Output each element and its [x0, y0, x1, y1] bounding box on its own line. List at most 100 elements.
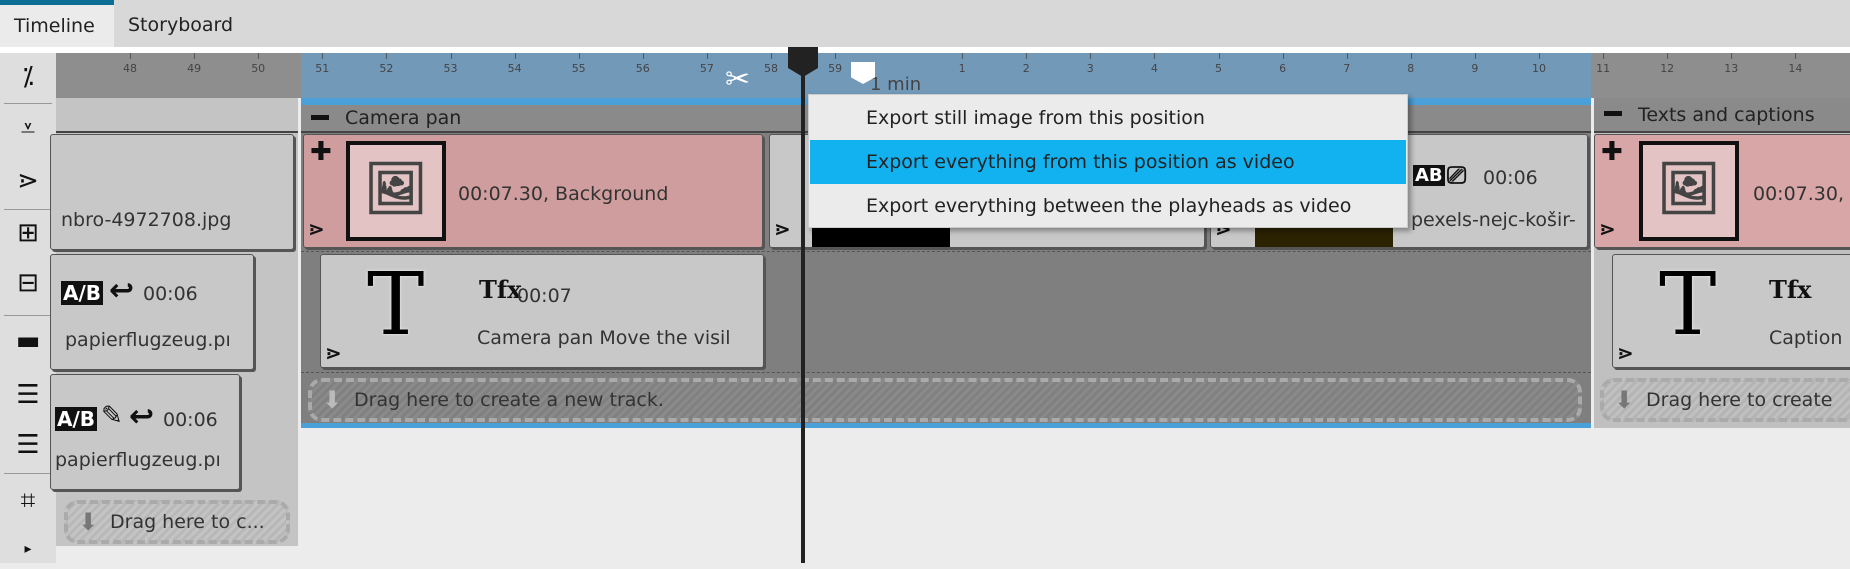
effects-icon: ⋗	[325, 341, 342, 365]
ruler-tick-label: 53	[443, 62, 458, 75]
split-icon[interactable]: ⁒	[8, 57, 48, 97]
arrow-down-icon: ⬇	[1614, 386, 1635, 414]
add-track-icon[interactable]: ⊞	[8, 213, 48, 253]
drag-label: Drag here to create	[1646, 389, 1833, 411]
ruler-tick	[706, 53, 708, 59]
effects-icon[interactable]: ⋗	[8, 161, 48, 201]
playhead-line[interactable]	[801, 53, 805, 563]
ruler-tick	[450, 53, 452, 59]
ruler-tick	[1474, 53, 1476, 59]
ruler-tick	[1667, 53, 1669, 59]
ruler-tick	[1539, 53, 1540, 59]
ruler-tick-label: 9	[1471, 62, 1479, 75]
divider	[4, 473, 52, 474]
effects-icon: ⋗	[1599, 217, 1616, 241]
video-thumbnail	[1255, 227, 1393, 247]
clip-background[interactable]: ✚ 🖼 ⋗ 00:07.30, Background	[303, 134, 763, 248]
group-header[interactable]: Texts and captions	[1594, 98, 1850, 133]
text-effects-icon: Tfx	[479, 275, 522, 304]
clip-name: papierflugzeug.pı	[55, 449, 221, 471]
ruler-tick-label: 4	[1150, 62, 1158, 75]
ruler-tick-label: 14	[1788, 62, 1803, 75]
remove-track-icon[interactable]: ⊟	[8, 263, 48, 303]
left-toolbar: ⁒ ⩡ ⋗ ⊞ ⊟ ▬ ☰ ☰ ⌗ ▸	[0, 53, 56, 563]
ruler-tick-label: 56	[635, 62, 650, 75]
menu-item-export-from-position[interactable]: Export everything from this position as …	[810, 140, 1406, 184]
collapse-icon[interactable]	[311, 115, 329, 120]
clip-duration: 00:06	[1483, 167, 1538, 189]
ruler-tick-label: 59	[828, 62, 843, 75]
arrow-down-icon: ⬇	[322, 386, 343, 414]
drag-new-track-zone[interactable]: ⬇ Drag here to create	[1600, 378, 1850, 422]
clip-image[interactable]: A/B ✎ ↩ 00:06 papierflugzeug.pı	[50, 374, 240, 490]
ruler-tick-label: 57	[699, 62, 714, 75]
menu-item-export-between-playheads[interactable]: Export everything between the playheads …	[810, 184, 1406, 228]
ruler-tick	[771, 53, 772, 59]
ruler-tick	[1154, 53, 1156, 59]
ruler-tick	[835, 53, 837, 59]
context-menu: Export still image from this position Ex…	[808, 94, 1408, 228]
ruler-tick-label: 5	[1215, 62, 1222, 75]
drag-new-track-zone[interactable]: ⬇ Drag here to create a new track.	[308, 378, 1582, 422]
ruler-tick-label: 8	[1407, 62, 1415, 75]
ruler-tick-label: 54	[507, 62, 522, 75]
align-center-icon[interactable]: ☰	[8, 425, 48, 465]
clip-label: 00:07.30,	[1753, 183, 1845, 205]
clip-duration: 00:07	[517, 285, 572, 307]
ruler-selection[interactable]	[301, 53, 1591, 98]
text-effects-icon: Tfx	[1769, 275, 1812, 304]
tab-bar: Timeline Storyboard	[0, 0, 1850, 47]
ruler-tick	[258, 53, 260, 59]
filmstrip-icon[interactable]: ▬	[8, 321, 48, 361]
fit-window-icon[interactable]: ⌗	[8, 481, 48, 521]
ruler-tick	[578, 53, 580, 59]
group-title: Camera pan	[345, 107, 462, 129]
expand-arrow-icon[interactable]: ▸	[8, 529, 48, 569]
ruler-tick-label: 49	[187, 62, 202, 75]
group-title: Texts and captions	[1638, 104, 1815, 126]
transition-ab-icon: A/B	[61, 281, 104, 305]
transition-ab-icon: AB	[1413, 165, 1445, 186]
video-thumbnail	[812, 227, 950, 247]
plus-icon[interactable]: ✚	[310, 137, 332, 167]
clip-text[interactable]: T Tfx Caption ⋗	[1612, 254, 1850, 368]
clip-image[interactable]: nbro-4972708.jpg	[50, 134, 294, 250]
motion-path-icon: ↩	[109, 273, 135, 308]
photos-icon: 🖼	[1657, 159, 1721, 217]
ruler-tick	[130, 53, 131, 59]
clip-text[interactable]: T Tfx 00:07 Camera pan Move the visil ⋗	[320, 254, 764, 368]
effects-icon: ⋗	[308, 217, 325, 241]
collapse-icon[interactable]	[1604, 111, 1622, 116]
track-separator	[301, 251, 1591, 252]
ruler-tick-label: 55	[571, 62, 586, 75]
drag-new-track-zone[interactable]: ⬇ Drag here to c...	[64, 500, 290, 544]
clip-image[interactable]: A/B ↩ 00:06 papierflugzeug.pı	[50, 254, 254, 370]
align-left-icon[interactable]: ☰	[8, 375, 48, 415]
ruler-tick	[386, 53, 388, 59]
effects-icon: ⋗	[774, 217, 791, 241]
divider	[4, 103, 52, 104]
clip-name: papierflugzeug.pı	[65, 329, 231, 351]
insert-marker-icon[interactable]: ⩡	[8, 109, 48, 149]
ruler-tick-label: 13	[1724, 62, 1739, 75]
ruler-tick	[1795, 53, 1797, 59]
transition-ab-icon: A/B	[55, 407, 98, 431]
clip-label: Camera pan Move the visil	[477, 327, 731, 349]
ruler-tick-label: 12	[1660, 62, 1675, 75]
ruler-tick	[1731, 53, 1733, 59]
ruler-tick	[1346, 53, 1348, 59]
plus-icon[interactable]: ✚	[1601, 137, 1623, 167]
ruler-tick	[962, 53, 964, 59]
tab-timeline[interactable]: Timeline	[0, 0, 114, 47]
group-header[interactable]	[56, 98, 298, 133]
ruler-tick	[642, 53, 644, 59]
menu-item-export-still[interactable]: Export still image from this position	[810, 96, 1406, 140]
tab-storyboard[interactable]: Storyboard	[114, 0, 247, 47]
ruler-tick-label: 10	[1532, 62, 1546, 75]
drag-label: Drag here to create a new track.	[354, 389, 664, 411]
scissors-icon[interactable]: ✂	[725, 62, 750, 97]
ruler-tick-label: 2	[1022, 62, 1030, 75]
clip-background[interactable]: ✚ 🖼 ⋗ 00:07.30,	[1594, 134, 1850, 248]
minute-label: 1 min	[870, 74, 922, 95]
ruler-tick	[514, 53, 516, 59]
